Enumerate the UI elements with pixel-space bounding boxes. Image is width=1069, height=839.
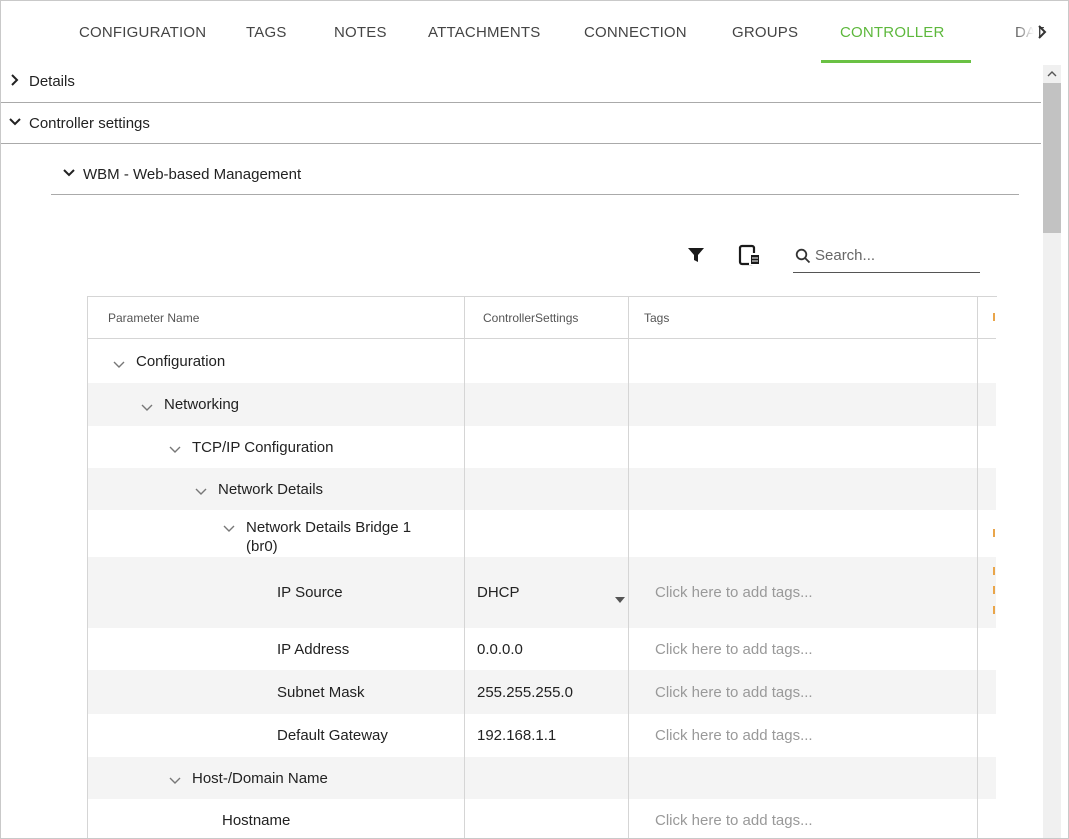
tab-notes[interactable]: NOTES xyxy=(334,24,387,41)
chevron-right-icon xyxy=(9,73,21,90)
table-row[interactable]: IP Address 0.0.0.0 Click here to add tag… xyxy=(88,628,996,670)
scrollbar-thumb[interactable] xyxy=(1043,83,1061,233)
tags-input[interactable]: Click here to add tags... xyxy=(655,714,955,757)
controller-settings-section-header[interactable]: Controller settings xyxy=(9,115,150,132)
header-controller-settings[interactable]: ControllerSettings xyxy=(483,297,633,338)
row-label: Host-/Domain Name xyxy=(192,769,328,787)
divider xyxy=(51,194,1019,195)
parameter-table: Parameter Name ControllerSettings Tags C… xyxy=(87,296,997,838)
controller-settings-section-title: Controller settings xyxy=(29,115,150,132)
tags-input[interactable]: Click here to add tags... xyxy=(655,557,955,628)
table-header-row: Parameter Name ControllerSettings Tags xyxy=(88,297,996,339)
row-label: IP Address xyxy=(277,640,350,658)
subnet-mask-value[interactable]: 255.255.255.0 xyxy=(477,670,627,714)
details-section-title: Details xyxy=(29,73,75,90)
tab-tags[interactable]: TAGS xyxy=(246,24,287,41)
row-label: Network Details Bridge 1 (br0) xyxy=(246,519,412,555)
dropdown-arrow-icon[interactable] xyxy=(615,590,625,607)
ip-source-value: DHCP xyxy=(477,584,520,601)
row-label: TCP/IP Configuration xyxy=(192,438,334,456)
details-section-header[interactable]: Details xyxy=(9,73,75,90)
table-row[interactable]: Configuration xyxy=(88,340,996,383)
table-row[interactable]: Network Details xyxy=(88,468,996,510)
row-label: Subnet Mask xyxy=(277,683,365,701)
search-input[interactable] xyxy=(815,243,975,267)
divider xyxy=(1,102,1041,103)
table-row[interactable]: Subnet Mask 255.255.255.0 Click here to … xyxy=(88,670,996,714)
status-marker xyxy=(993,606,995,614)
column-divider xyxy=(977,297,978,838)
chevron-down-icon xyxy=(63,166,75,183)
chevron-down-icon[interactable] xyxy=(112,357,126,368)
column-divider xyxy=(628,297,629,838)
chevron-down-icon[interactable] xyxy=(168,773,182,784)
search-icon xyxy=(795,248,811,269)
tab-configuration[interactable]: CONFIGURATION xyxy=(79,24,206,41)
table-row[interactable]: Default Gateway 192.168.1.1 Click here t… xyxy=(88,714,996,757)
default-gateway-value[interactable]: 192.168.1.1 xyxy=(477,714,627,757)
status-marker xyxy=(993,567,995,575)
row-label: Configuration xyxy=(136,353,226,370)
vertical-scrollbar[interactable] xyxy=(1043,65,1061,838)
divider xyxy=(1,143,1041,144)
tab-connection[interactable]: CONNECTION xyxy=(584,24,687,41)
tab-attachments[interactable]: ATTACHMENTS xyxy=(428,24,540,41)
chevron-down-icon[interactable] xyxy=(222,521,236,532)
ip-address-value[interactable]: 0.0.0.0 xyxy=(477,628,627,670)
column-divider xyxy=(464,297,465,838)
row-label: Default Gateway xyxy=(277,727,388,744)
header-tags[interactable]: Tags xyxy=(644,297,844,338)
row-label: Network Details xyxy=(218,480,324,498)
table-row[interactable]: Hostname Click here to add tags... xyxy=(88,799,996,838)
tags-input[interactable]: Click here to add tags... xyxy=(655,628,955,670)
table-row[interactable]: Host-/Domain Name xyxy=(88,757,996,799)
row-label: IP Source xyxy=(277,584,343,601)
search-box xyxy=(793,239,980,273)
status-marker xyxy=(993,529,995,537)
table-row[interactable]: TCP/IP Configuration xyxy=(88,426,996,468)
ip-source-select[interactable]: DHCP xyxy=(477,557,625,628)
filter-icon[interactable] xyxy=(687,246,705,269)
chevron-down-icon[interactable] xyxy=(140,400,154,411)
row-label: Networking xyxy=(164,396,240,413)
table-row[interactable]: IP Source DHCP Click here to add tags... xyxy=(88,557,996,628)
tab-controller[interactable]: CONTROLLER xyxy=(840,24,945,41)
active-tab-indicator xyxy=(821,60,971,63)
header-parameter-name[interactable]: Parameter Name xyxy=(108,297,408,338)
tags-input[interactable]: Click here to add tags... xyxy=(655,670,955,714)
status-marker xyxy=(993,586,995,594)
row-label: Hostname xyxy=(222,811,291,829)
tab-scroll-right-icon[interactable] xyxy=(1033,20,1053,44)
chevron-down-icon xyxy=(9,115,21,132)
chevron-down-icon[interactable] xyxy=(194,484,208,495)
controller-panel: CONFIGURATION TAGS NOTES ATTACHMENTS CON… xyxy=(0,0,1069,839)
table-row[interactable]: Network Details Bridge 1 (br0) xyxy=(88,510,996,557)
chevron-down-icon[interactable] xyxy=(168,442,182,453)
tags-input[interactable]: Click here to add tags... xyxy=(655,799,955,838)
wbm-section-header[interactable]: WBM - Web-based Management xyxy=(63,166,301,183)
scroll-up-icon[interactable] xyxy=(1043,65,1061,83)
tab-groups[interactable]: GROUPS xyxy=(732,24,798,41)
table-row[interactable]: Networking xyxy=(88,383,996,426)
status-marker xyxy=(993,313,995,321)
column-chooser-icon[interactable] xyxy=(738,244,762,271)
wbm-section-title: WBM - Web-based Management xyxy=(83,166,302,183)
tab-bar: CONFIGURATION TAGS NOTES ATTACHMENTS CON… xyxy=(1,1,1068,65)
